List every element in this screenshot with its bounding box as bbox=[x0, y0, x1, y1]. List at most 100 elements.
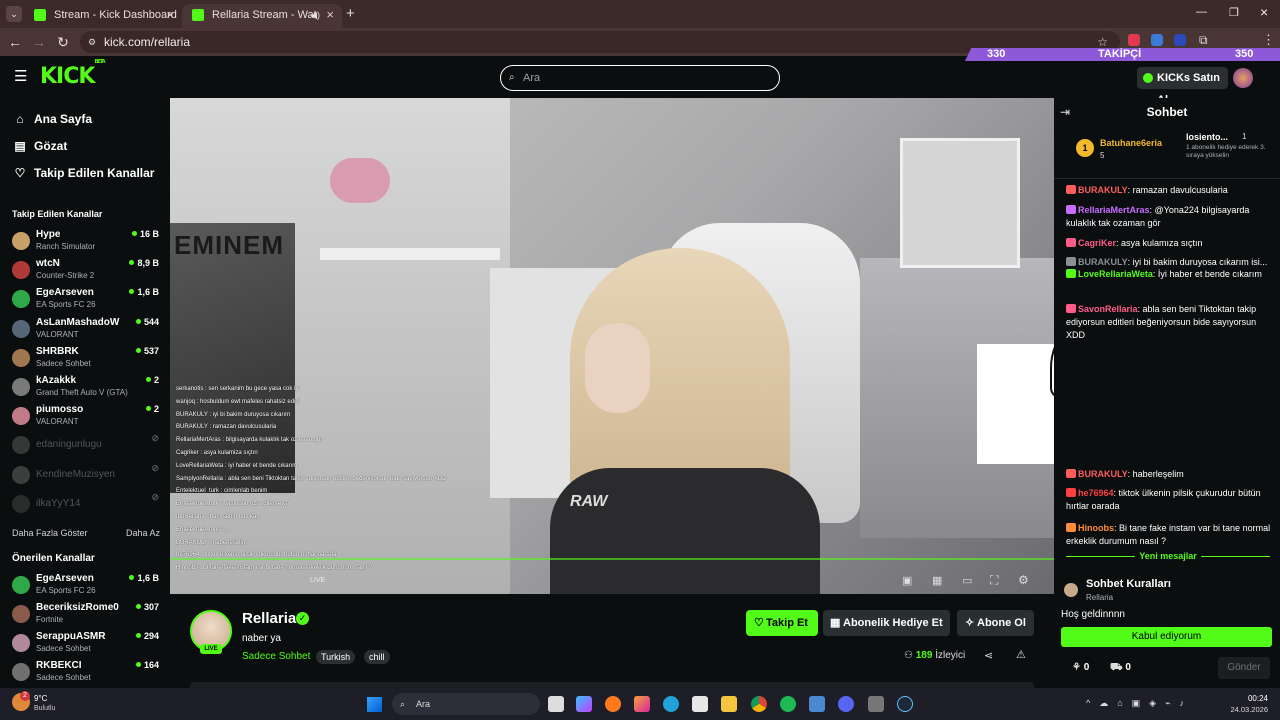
tab-rellaria-stream[interactable]: Rellaria Stream - Watch Live ◀) × bbox=[182, 4, 342, 28]
close-tab-icon[interactable]: × bbox=[326, 4, 334, 26]
tag-turkish[interactable]: Turkish bbox=[316, 650, 356, 664]
channel-item[interactable]: RKBEKCI Sadece Sohbet 164 bbox=[12, 660, 162, 686]
nav-following[interactable]: ♡ Takip Edilen Kanallar bbox=[12, 163, 155, 183]
chat-message[interactable]: BURAKULY: haberleşelim bbox=[1066, 468, 1276, 481]
app-icon[interactable] bbox=[868, 696, 884, 712]
channel-item[interactable]: EgeArseven EA Sports FC 26 1,6 B bbox=[12, 573, 162, 599]
chat-message[interactable]: LoveRellariaWeta: İyi haber et bende cık… bbox=[1066, 268, 1276, 281]
chat-username[interactable]: BURAKULY bbox=[1078, 469, 1128, 479]
chat-message[interactable]: RellariaMertAras: @Yona224 bilgisayarda … bbox=[1066, 204, 1276, 230]
channel-item[interactable]: KendineMuzisyen ⊘ bbox=[12, 463, 162, 489]
maximize-icon[interactable]: ❐ bbox=[1229, 6, 1239, 19]
channel-item[interactable]: ilkaYyY14 ⊘ bbox=[12, 492, 162, 518]
close-window-icon[interactable]: × bbox=[1260, 4, 1268, 20]
tab-search-button[interactable]: ⌄ bbox=[6, 6, 22, 22]
video-player[interactable]: EMINEM RAW serkanotis : sen serkanim bu … bbox=[170, 98, 1054, 594]
extension-icon[interactable] bbox=[1174, 34, 1186, 46]
tray-icons[interactable]: ^☁⌂▣◈⌁♪ bbox=[1086, 698, 1193, 709]
forward-icon[interactable]: → bbox=[30, 33, 48, 51]
chat-username[interactable]: BURAKULY bbox=[1078, 257, 1128, 267]
site-info-icon[interactable]: ⚙ bbox=[88, 31, 96, 53]
channel-name[interactable]: Rellaria bbox=[242, 610, 296, 627]
channel-item[interactable]: piumosso VALORANT 2 bbox=[12, 404, 162, 430]
follow-button[interactable]: ♡ Takip Et bbox=[746, 610, 818, 636]
close-tab-icon[interactable]: × bbox=[166, 4, 174, 26]
steam-icon[interactable] bbox=[897, 696, 913, 712]
menu-dots-icon[interactable]: ⋮ bbox=[1262, 32, 1275, 48]
chat-username[interactable]: CagriKer bbox=[1078, 238, 1116, 248]
channel-item[interactable]: kAzakkk Grand Theft Auto V (GTA) 2 bbox=[12, 375, 162, 401]
extension-icon[interactable] bbox=[1151, 34, 1163, 46]
channel-item[interactable]: AsLanMashadoW VALORANT 544 bbox=[12, 317, 162, 343]
edge-icon[interactable] bbox=[663, 696, 679, 712]
new-messages-banner[interactable]: Yeni mesajlar bbox=[1066, 551, 1270, 568]
user-avatar[interactable] bbox=[1233, 68, 1253, 88]
chat-username[interactable]: he76964 bbox=[1078, 488, 1114, 498]
new-tab-button[interactable]: + bbox=[346, 5, 355, 22]
chat-message[interactable]: Hinoobs: Bi tane fake instam var bi tane… bbox=[1066, 522, 1276, 548]
task-view-icon[interactable] bbox=[548, 696, 564, 712]
address-bar[interactable]: ⚙ kick.com/rellaria ☆ bbox=[80, 31, 1120, 53]
channel-item[interactable]: BeceriksizRome0 Fortnite 307 bbox=[12, 602, 162, 628]
channel-item[interactable]: edaningunlugu ⊘ bbox=[12, 433, 162, 459]
gift-sub-button[interactable]: ▦ Abonelik Hediye Et bbox=[823, 610, 950, 636]
channel-item[interactable]: EgeArseven EA Sports FC 26 1,6 B bbox=[12, 287, 162, 313]
audio-icon[interactable]: ◀) bbox=[310, 4, 320, 26]
file-explorer-icon[interactable] bbox=[721, 696, 737, 712]
channel-item[interactable]: wtcN Counter-Strike 2 8,9 B bbox=[12, 258, 162, 284]
taskbar-search[interactable]: ⌕ Ara bbox=[392, 693, 540, 715]
chat-username[interactable]: RellariaMertAras bbox=[1078, 205, 1150, 215]
instagram-icon[interactable] bbox=[634, 696, 650, 712]
hamburger-menu-icon[interactable]: ☰ bbox=[14, 67, 27, 85]
chat-username[interactable]: SavonRellaria bbox=[1078, 304, 1138, 314]
show-more-link[interactable]: Daha Fazla Göster bbox=[12, 528, 88, 538]
fullscreen-icon[interactable]: ⛶ bbox=[990, 573, 998, 588]
copilot-icon[interactable] bbox=[576, 696, 592, 712]
accept-rules-button[interactable]: Kabul ediyorum bbox=[1061, 627, 1272, 647]
chat-username[interactable]: Hinoobs bbox=[1078, 523, 1114, 533]
channel-item[interactable]: SHRBRK Sadece Sohbet 537 bbox=[12, 346, 162, 372]
capture-icon[interactable] bbox=[692, 696, 708, 712]
tab-kick-dashboard[interactable]: Stream - Kick Dashboard × bbox=[24, 4, 182, 28]
channel-item[interactable]: Hype Ranch Simulator 16 B bbox=[12, 229, 162, 255]
tag-chill[interactable]: chill bbox=[364, 650, 390, 664]
channel-item[interactable]: SerappuASMR Sadece Sohbet 294 bbox=[12, 631, 162, 657]
spotify-icon[interactable] bbox=[780, 696, 796, 712]
category-link[interactable]: Sadece Sohbet bbox=[242, 650, 310, 664]
pip-icon[interactable]: ▣ bbox=[902, 574, 912, 587]
chat-username[interactable]: LoveRellariaWeta bbox=[1078, 269, 1153, 279]
app-icon[interactable] bbox=[809, 696, 825, 712]
share-icon[interactable]: ⋖ bbox=[984, 649, 993, 662]
chat-message[interactable]: CagriKer: asya kulamıza sıçtın bbox=[1066, 237, 1276, 250]
kicks-balance[interactable]: ⚘ 0 bbox=[1072, 662, 1089, 673]
reload-icon[interactable]: ↻ bbox=[54, 33, 72, 51]
firefox-icon[interactable] bbox=[605, 696, 621, 712]
minimize-icon[interactable]: — bbox=[1196, 6, 1207, 18]
chat-username[interactable]: BURAKULY bbox=[1078, 185, 1128, 195]
subscribe-button[interactable]: ✧ Abone Ol bbox=[957, 610, 1034, 636]
gift-balance[interactable]: ⛟ 0 bbox=[1110, 662, 1131, 675]
search-input[interactable]: ⌕ Ara bbox=[500, 65, 780, 91]
settings-gear-icon[interactable]: ⚙ bbox=[1018, 573, 1029, 587]
theater-icon[interactable]: ▭ bbox=[962, 574, 972, 587]
clock-date[interactable]: 24.03.2026 bbox=[1222, 705, 1268, 714]
buy-kicks-button[interactable]: KICKs Satın Al bbox=[1137, 67, 1228, 106]
show-less-link[interactable]: Daha Az bbox=[126, 528, 160, 538]
kick-logo[interactable]: KICKBETA bbox=[40, 59, 106, 89]
clock-time[interactable]: 00:24 bbox=[1232, 694, 1268, 703]
extension-icon[interactable] bbox=[1128, 34, 1140, 46]
chat-message[interactable]: BURAKULY: ramazan davulcusularia bbox=[1066, 184, 1276, 197]
nav-browse[interactable]: ▤ Gözat bbox=[12, 136, 67, 156]
clip-icon[interactable]: ▦ bbox=[932, 574, 942, 587]
nav-home[interactable]: ⌂ Ana Sayfa bbox=[12, 109, 92, 129]
extensions-puzzle-icon[interactable]: ⧉ bbox=[1199, 33, 1208, 48]
chat-message[interactable]: he76964: tiktok ülkenin pilsik çukurudur… bbox=[1066, 487, 1276, 513]
discord-icon[interactable] bbox=[838, 696, 854, 712]
chrome-icon[interactable] bbox=[751, 696, 767, 712]
overlay-chat-line: RellariaMertAras : bilgisayarda kulaklık… bbox=[176, 437, 323, 444]
send-button[interactable]: Gönder bbox=[1218, 657, 1270, 679]
back-icon[interactable]: ← bbox=[6, 33, 24, 51]
chat-message[interactable]: SavonRellaria: abla sen beni Tiktoktan t… bbox=[1066, 303, 1276, 342]
start-button[interactable] bbox=[367, 697, 382, 712]
report-icon[interactable]: ⚠ bbox=[1016, 648, 1026, 661]
